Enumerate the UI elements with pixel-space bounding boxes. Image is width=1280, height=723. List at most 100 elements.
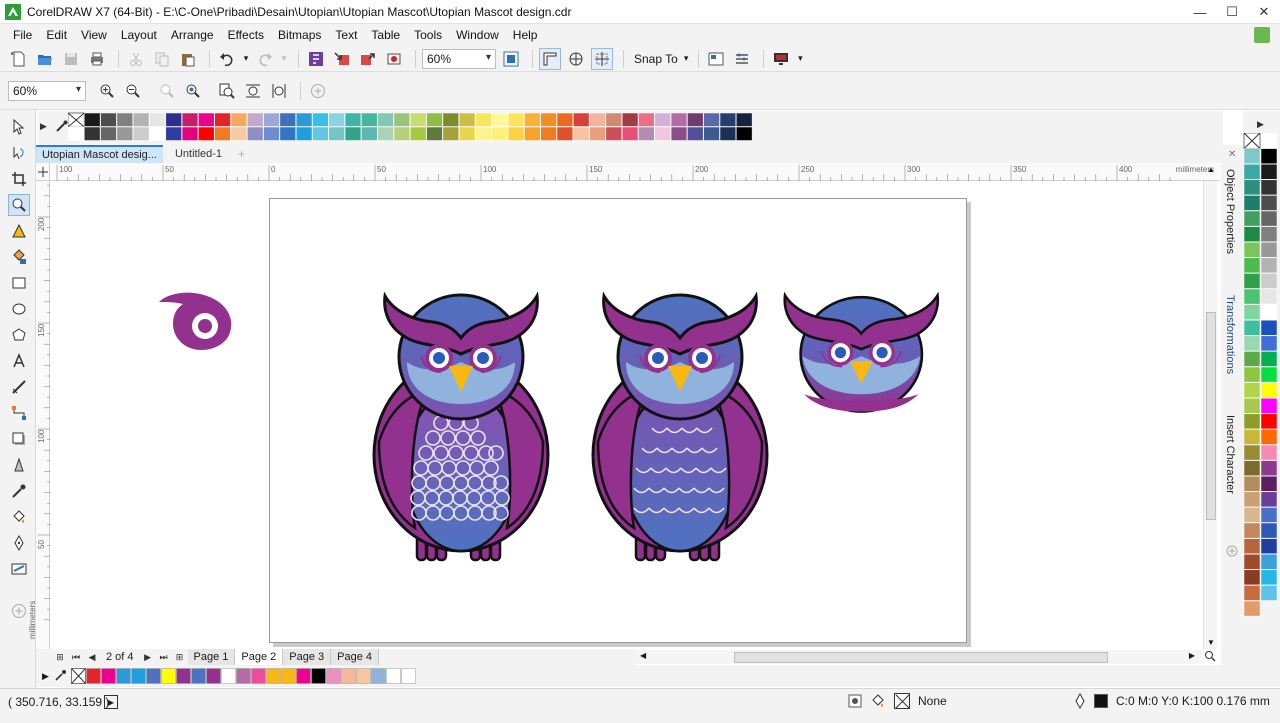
color-swatch[interactable]: [1260, 257, 1278, 274]
color-swatch[interactable]: [86, 668, 101, 684]
color-swatch[interactable]: [198, 112, 215, 127]
palette-scroll-left-icon[interactable]: ▶: [40, 121, 47, 132]
color-swatch[interactable]: [1243, 382, 1261, 398]
color-swatch[interactable]: [1243, 226, 1261, 242]
no-color-swatch[interactable]: [68, 112, 85, 128]
color-swatch[interactable]: [1260, 538, 1278, 554]
color-swatch[interactable]: [1260, 366, 1278, 383]
color-swatch[interactable]: [703, 112, 720, 127]
show-rulers-button[interactable]: [539, 47, 561, 70]
vertical-ruler[interactable]: 200 150 100 50 millimeters: [28, 181, 50, 649]
color-swatch[interactable]: [621, 112, 639, 127]
color-swatch[interactable]: [1260, 335, 1278, 352]
color-swatch[interactable]: [221, 668, 236, 684]
color-swatch[interactable]: [279, 126, 296, 141]
utopian-logo[interactable]: [155, 288, 235, 352]
color-swatch[interactable]: [1260, 429, 1278, 445]
open-button[interactable]: [34, 48, 56, 70]
color-swatch[interactable]: [687, 126, 704, 141]
color-swatch[interactable]: [295, 112, 313, 127]
zoom-to-page-width-button[interactable]: [242, 80, 264, 102]
color-swatch[interactable]: [149, 126, 166, 141]
color-swatch[interactable]: [181, 112, 199, 127]
color-swatch[interactable]: [377, 126, 394, 141]
show-guidelines-button[interactable]: [591, 47, 613, 70]
color-swatch[interactable]: [1243, 257, 1261, 274]
palette-swatches[interactable]: [68, 111, 1223, 145]
maximize-button[interactable]: ☐: [1216, 0, 1248, 24]
horizontal-scroll-thumb[interactable]: [734, 652, 1108, 663]
color-swatch[interactable]: [263, 126, 280, 141]
color-swatch[interactable]: [1243, 429, 1261, 445]
snap-to-dropdown[interactable]: Snap To ▾: [630, 52, 692, 66]
quick-customize-button[interactable]: [8, 600, 30, 622]
color-swatch[interactable]: [230, 112, 248, 127]
docker-tab-object-properties[interactable]: Object Properties: [1224, 169, 1236, 254]
color-swatch[interactable]: [442, 112, 459, 127]
color-swatch[interactable]: [393, 126, 411, 141]
color-swatch[interactable]: [507, 126, 525, 141]
options-button[interactable]: [731, 48, 753, 70]
color-swatch[interactable]: [1260, 491, 1278, 508]
color-swatch[interactable]: [295, 126, 313, 141]
color-swatch[interactable]: [1243, 148, 1261, 164]
color-swatch[interactable]: [1243, 491, 1261, 508]
color-swatch[interactable]: [589, 126, 606, 141]
docpalette-scroll-icon[interactable]: ▶: [42, 671, 49, 682]
color-swatch[interactable]: [1260, 460, 1278, 476]
color-swatch[interactable]: [573, 126, 590, 141]
color-swatch[interactable]: [1243, 304, 1261, 320]
tab-untitled-1[interactable]: Untitled-1: [169, 145, 228, 163]
color-swatch[interactable]: [371, 668, 386, 684]
color-swatch[interactable]: [263, 112, 280, 127]
color-swatch[interactable]: [1260, 382, 1278, 398]
color-swatch[interactable]: [176, 668, 191, 684]
color-swatch[interactable]: [556, 126, 574, 141]
menu-file[interactable]: File: [6, 24, 39, 46]
color-swatch[interactable]: [161, 668, 176, 684]
close-button[interactable]: ✕: [1248, 0, 1280, 24]
no-color-swatch[interactable]: [70, 668, 86, 684]
docker-tab-transformations[interactable]: Transformations: [1224, 295, 1236, 374]
zoom-level-combo[interactable]: 60%: [422, 48, 496, 69]
drop-shadow-tool[interactable]: [8, 428, 30, 450]
color-swatch[interactable]: [84, 126, 101, 141]
color-swatch[interactable]: [311, 668, 326, 684]
horizontal-ruler[interactable]: 100 50 0 50 100 150 200 250 300 350 400 millimeter…: [50, 163, 1220, 181]
color-swatch[interactable]: [214, 112, 231, 127]
previous-page-icon[interactable]: ◀: [84, 650, 100, 664]
color-swatch[interactable]: [236, 668, 251, 684]
color-swatch[interactable]: [326, 668, 341, 684]
color-swatch[interactable]: [312, 126, 329, 141]
color-swatch[interactable]: [1260, 475, 1278, 492]
color-swatch[interactable]: [266, 668, 281, 684]
scroll-right-icon[interactable]: ▶: [1189, 651, 1195, 660]
color-swatch[interactable]: [146, 668, 161, 684]
transparency-tool[interactable]: [8, 454, 30, 476]
add-docker-button[interactable]: [1226, 545, 1238, 560]
color-swatch[interactable]: [206, 668, 221, 684]
color-swatch[interactable]: [100, 126, 117, 141]
color-swatch[interactable]: [84, 112, 101, 127]
insert-page-after-icon[interactable]: ⊞: [172, 650, 188, 664]
color-swatch[interactable]: [279, 112, 296, 127]
color-swatch[interactable]: [68, 126, 85, 141]
color-swatch[interactable]: [1243, 553, 1261, 570]
color-swatch[interactable]: [410, 112, 427, 127]
color-swatch[interactable]: [1260, 210, 1278, 227]
color-swatch[interactable]: [393, 112, 411, 127]
color-swatch[interactable]: [1260, 351, 1278, 367]
color-swatch[interactable]: [328, 112, 345, 127]
zoom-to-page-button[interactable]: [216, 80, 238, 102]
menu-bitmaps[interactable]: Bitmaps: [271, 24, 328, 46]
color-swatch[interactable]: [1260, 288, 1278, 305]
smart-fill-tool[interactable]: [8, 246, 30, 268]
color-swatch[interactable]: [1243, 335, 1261, 352]
add-toolbar-item-button[interactable]: [307, 80, 329, 102]
color-swatch[interactable]: [736, 126, 753, 141]
color-swatch[interactable]: [719, 126, 737, 141]
color-swatch[interactable]: [458, 112, 476, 127]
full-screen-preview-button[interactable]: [500, 48, 522, 70]
color-swatch[interactable]: [1260, 553, 1278, 570]
search-content-button[interactable]: [305, 48, 327, 70]
